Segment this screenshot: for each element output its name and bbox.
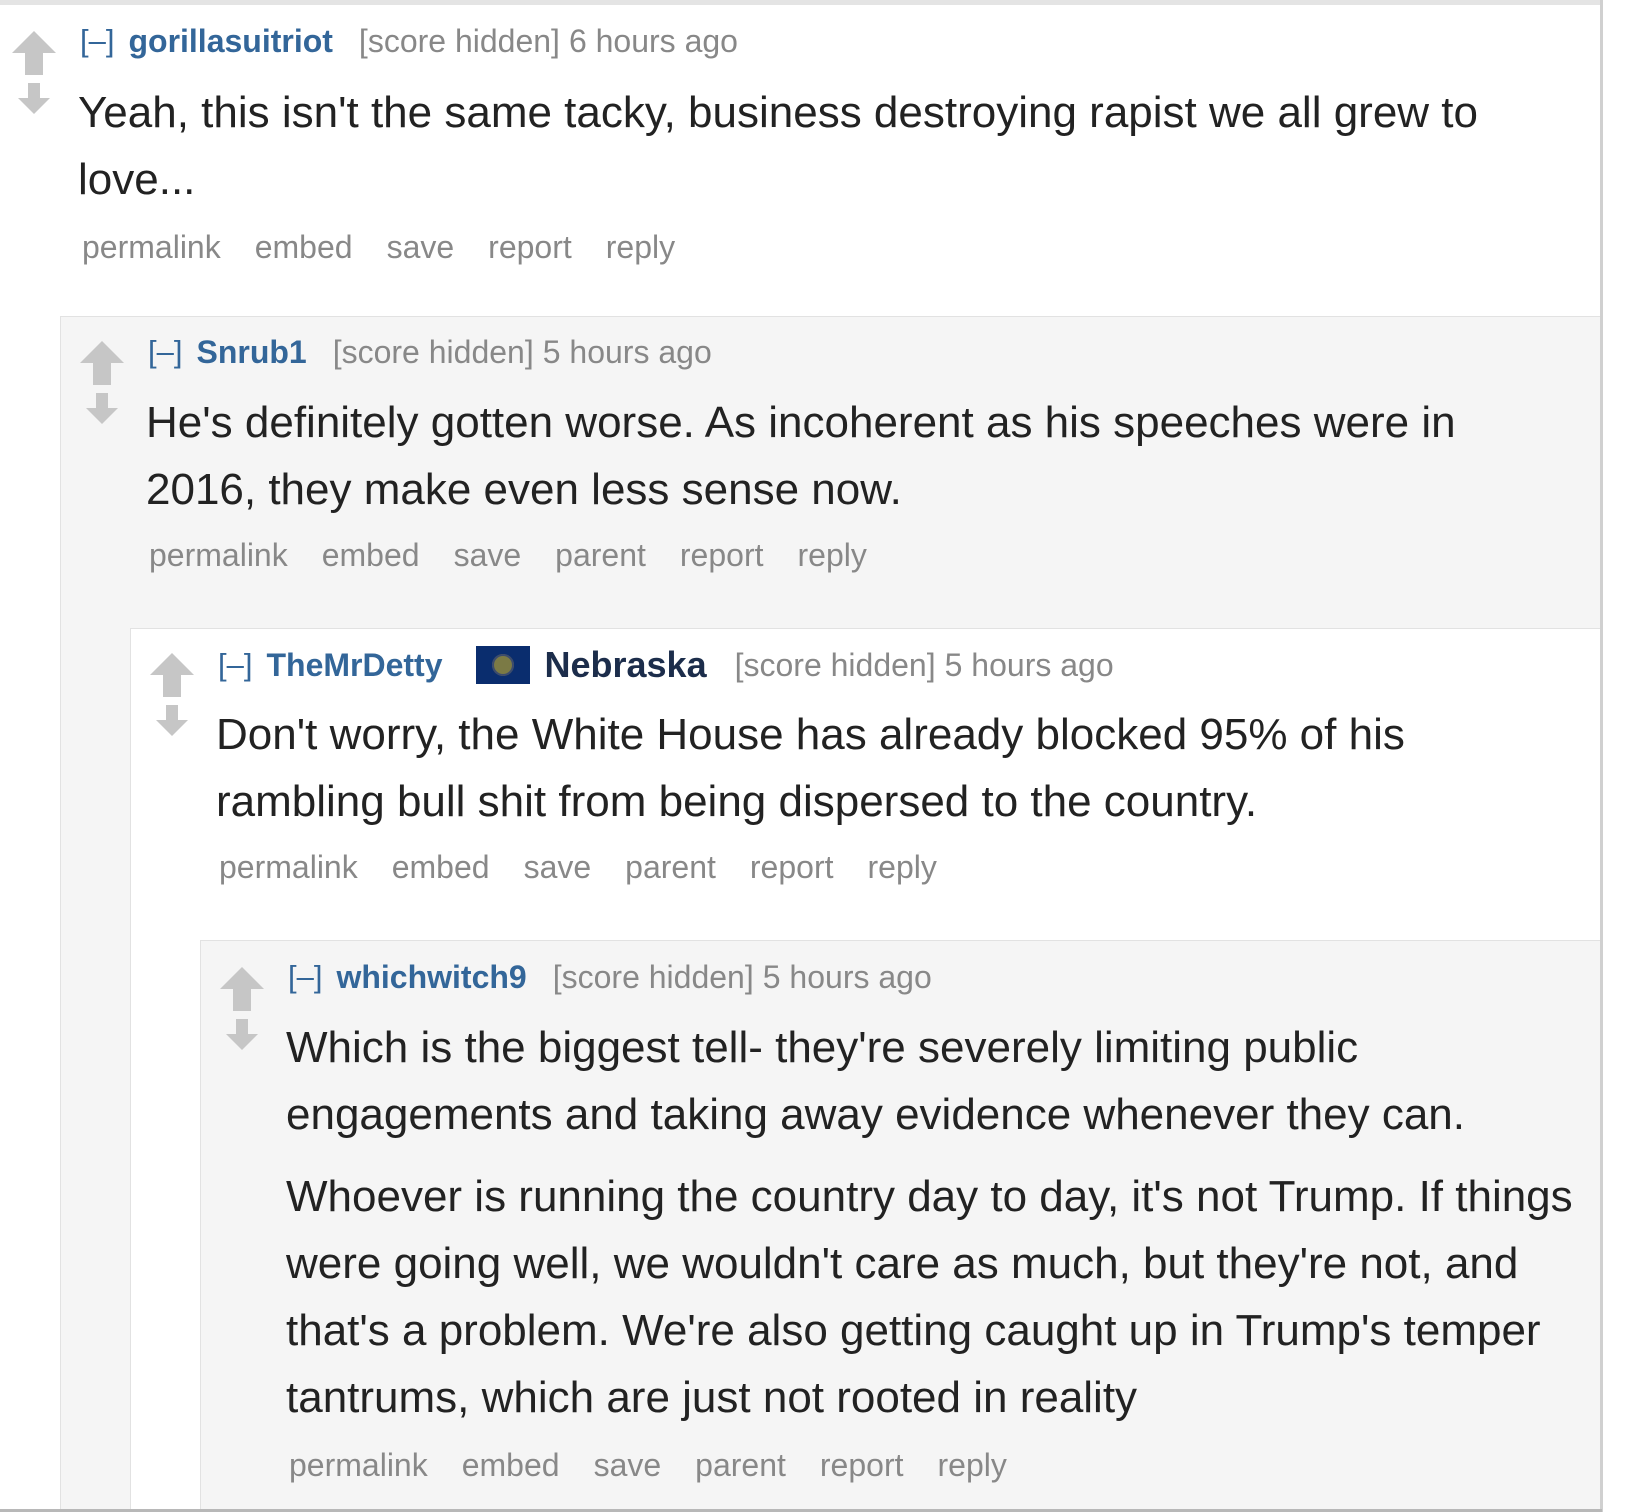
comment-time: 5 hours ago [944, 646, 1114, 683]
save-button[interactable]: save [524, 849, 592, 886]
comment-author[interactable]: whichwitch9 [336, 959, 526, 996]
embed-button[interactable]: embed [322, 537, 420, 574]
upvote-arrow-icon[interactable] [148, 651, 196, 699]
comment-body: Don't worry, the White House has already… [216, 701, 1516, 835]
report-button[interactable]: report [750, 849, 834, 886]
page-right-border [1600, 0, 1603, 1512]
comment-buttons: permalink embed save parent report reply [289, 1447, 1041, 1484]
user-flair: Nebraska [544, 644, 707, 685]
comment-body: Yeah, this isn't the same tacky, busines… [78, 79, 1578, 213]
comment-tagline: [–] Snrub1 [score hidden] 5 hours ago [148, 332, 712, 372]
upvote-arrow-icon[interactable] [10, 29, 58, 77]
comment-time: 6 hours ago [568, 22, 738, 59]
parent-button[interactable]: parent [695, 1447, 786, 1484]
upvote-arrow-icon[interactable] [78, 339, 126, 387]
comment-tagline: [–] whichwitch9 [score hidden] 5 hours ag… [288, 957, 932, 997]
permalink-button[interactable]: permalink [149, 537, 288, 574]
report-button[interactable]: report [488, 229, 572, 266]
nebraska-flag-icon [476, 646, 531, 684]
comment-score-time: [score hidden] 5 hours ago [553, 959, 932, 996]
permalink-button[interactable]: permalink [219, 849, 358, 886]
embed-button[interactable]: embed [462, 1447, 560, 1484]
comment-author[interactable]: Snrub1 [196, 334, 306, 371]
comment-paragraph: He's definitely gotten worse. As incoher… [146, 398, 1456, 514]
collapse-toggle[interactable]: [–] [288, 959, 322, 995]
downvote-arrow-icon[interactable] [155, 705, 189, 737]
score-hidden-label: [score hidden] [552, 958, 754, 995]
downvote-arrow-icon[interactable] [225, 1019, 259, 1051]
comment-body: Which is the biggest tell- they're sever… [286, 1014, 1581, 1431]
report-button[interactable]: report [680, 537, 764, 574]
comment-paragraph: Yeah, this isn't the same tacky, busines… [78, 88, 1478, 204]
reply-button[interactable]: reply [797, 537, 866, 574]
score-hidden-label: [score hidden] [734, 646, 936, 683]
collapse-toggle[interactable]: [–] [80, 23, 114, 59]
save-button[interactable]: save [454, 537, 522, 574]
comment-author[interactable]: TheMrDetty [266, 647, 442, 684]
comment-tagline: [–] TheMrDetty Nebraska [score hidden] 5 … [218, 643, 1114, 687]
comment-buttons: permalink embed save report reply [82, 229, 709, 266]
save-button[interactable]: save [594, 1447, 662, 1484]
permalink-button[interactable]: permalink [82, 229, 221, 266]
embed-button[interactable]: embed [255, 229, 353, 266]
score-hidden-label: [score hidden] [332, 333, 534, 370]
comment-score-time: [score hidden] 5 hours ago [333, 334, 712, 371]
comment-buttons: permalink embed save parent report reply [149, 537, 901, 574]
comment-paragraph: Whoever is running the country day to da… [286, 1172, 1573, 1422]
save-button[interactable]: save [387, 229, 455, 266]
permalink-button[interactable]: permalink [289, 1447, 428, 1484]
comment-body: He's definitely gotten worse. As incoher… [146, 389, 1546, 523]
score-hidden-label: [score hidden] [358, 22, 560, 59]
parent-button[interactable]: parent [625, 849, 716, 886]
embed-button[interactable]: embed [392, 849, 490, 886]
comment-paragraph: Don't worry, the White House has already… [216, 710, 1405, 826]
reply-button[interactable]: reply [606, 229, 675, 266]
comment-time: 5 hours ago [762, 958, 932, 995]
comment-buttons: permalink embed save parent report reply [219, 849, 971, 886]
comment-tagline: [–] gorillasuitriot [score hidden] 6 hour… [80, 21, 738, 61]
reply-button[interactable]: reply [937, 1447, 1006, 1484]
collapse-toggle[interactable]: [–] [148, 334, 182, 370]
downvote-arrow-icon[interactable] [17, 83, 51, 115]
comment-whichwitch9: [–] whichwitch9 [score hidden] 5 hours ag… [200, 940, 1600, 1512]
collapse-toggle[interactable]: [–] [218, 647, 252, 683]
comment-paragraph: Which is the biggest tell- they're sever… [286, 1023, 1465, 1139]
report-button[interactable]: report [820, 1447, 904, 1484]
upvote-arrow-icon[interactable] [218, 965, 266, 1013]
comment-score-time: [score hidden] 6 hours ago [359, 23, 738, 60]
downvote-arrow-icon[interactable] [85, 393, 119, 425]
comment-score-time: [score hidden] 5 hours ago [735, 647, 1114, 684]
comment-time: 5 hours ago [542, 333, 712, 370]
parent-button[interactable]: parent [555, 537, 646, 574]
comment-author[interactable]: gorillasuitriot [128, 23, 332, 60]
reply-button[interactable]: reply [867, 849, 936, 886]
